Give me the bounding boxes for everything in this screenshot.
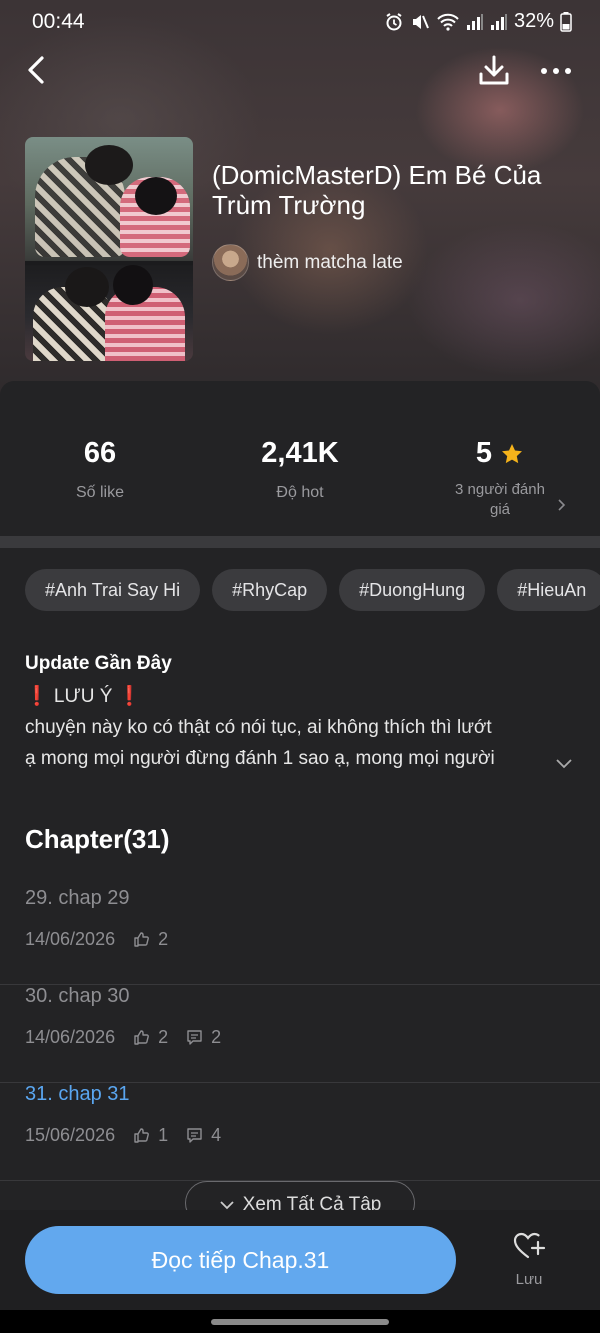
battery-icon	[560, 11, 572, 32]
likes-value: 66	[83, 437, 117, 469]
likes-label: Số like	[75, 484, 125, 501]
heart-plus-icon	[513, 1232, 546, 1259]
hot-value: 2,41K	[261, 437, 339, 469]
bottom-action-bar: Đọc tiếp Chap.31 Lưu	[0, 1210, 600, 1310]
back-arrow-icon[interactable]	[20, 52, 56, 88]
save-label: Lưu	[515, 1271, 543, 1288]
chevron-right-icon[interactable]	[555, 498, 567, 512]
chapter-name: 30. chap 30	[25, 985, 130, 1007]
star-icon	[502, 443, 523, 463]
author-link[interactable]: thèm matcha late	[212, 244, 403, 281]
mute-icon	[412, 14, 429, 29]
chapter-date: 14/06/2026	[25, 1027, 116, 1047]
chapter-likes: 1	[158, 1125, 169, 1145]
comment-icon	[187, 1128, 202, 1143]
avatar	[212, 244, 249, 281]
rating-value: 5	[475, 437, 493, 469]
hot-label: Độ hot	[276, 484, 324, 501]
tag-chip[interactable]: #RhyCap	[212, 569, 328, 611]
status-bar: 00:44 32%	[0, 0, 600, 44]
signal-icon-2	[490, 13, 507, 30]
battery-percent: 32%	[513, 10, 554, 32]
chapter-likes: 2	[158, 1027, 169, 1047]
chapter-name: 29. chap 29	[25, 887, 130, 909]
chapter-date: 15/06/2026	[25, 1125, 116, 1145]
update-text-line: ạ mong mọi người đừng đánh 1 sao ạ, mong…	[25, 748, 495, 769]
wifi-icon	[437, 13, 459, 31]
thumb-up-icon	[134, 1030, 150, 1045]
home-indicator[interactable]	[211, 1319, 389, 1325]
stat-rating[interactable]: 5 3 người đánh giá	[400, 437, 600, 520]
recent-update[interactable]: Update Gần Đây ❗ LƯU Ý ❗ chuyện này ko c…	[25, 653, 580, 774]
tag-chip[interactable]: #HieuAn	[497, 569, 600, 611]
story-detail-sheet: 66 Số like 2,41K Độ hot 5 3 người đánh g…	[0, 381, 600, 1281]
chapter-comments: 4	[211, 1125, 222, 1145]
chapter-comments: 2	[211, 1027, 222, 1047]
chapter-likes: 2	[158, 929, 169, 949]
rating-label: 3 người đánh giá	[455, 481, 545, 518]
section-divider	[0, 536, 600, 548]
story-title: (DomicMasterD) Em Bé Của Trùm Trường	[212, 160, 542, 220]
tag-chip[interactable]: #Anh Trai Say Hi	[25, 569, 201, 611]
alarm-icon	[386, 12, 402, 30]
system-nav-bar	[0, 1310, 600, 1333]
status-time: 00:44	[32, 10, 85, 33]
update-text-line: ❗ LƯU Ý ❗	[25, 686, 142, 707]
stats-row: 66 Số like 2,41K Độ hot 5 3 người đánh g…	[0, 381, 600, 536]
update-title: Update Gần Đây	[25, 653, 172, 674]
comment-icon	[187, 1030, 202, 1045]
tag-chip[interactable]: #DuongHung	[339, 569, 486, 611]
continue-reading-button[interactable]: Đọc tiếp Chap.31	[25, 1226, 456, 1294]
save-button[interactable]: Lưu	[505, 1230, 553, 1288]
thumb-up-icon	[134, 1128, 150, 1143]
chapter-row[interactable]: 30. chap 30 14/06/2026 2 2	[0, 985, 600, 1083]
download-icon[interactable]	[475, 52, 513, 90]
more-dots-icon[interactable]	[536, 52, 576, 90]
update-text-line: chuyện này ko có thật có nói tục, ai khô…	[25, 717, 492, 738]
chapter-row[interactable]: 29. chap 29 14/06/2026 2	[0, 887, 600, 985]
chapters-heading: Chapter(31)	[25, 824, 170, 854]
stat-likes: 66 Số like	[0, 437, 200, 502]
chapter-date: 14/06/2026	[25, 929, 116, 949]
tag-list: #Anh Trai Say Hi #RhyCap #DuongHung #Hie…	[25, 569, 600, 611]
author-name: thèm matcha late	[257, 251, 403, 273]
chevron-down-icon[interactable]	[555, 757, 573, 769]
signal-icon	[466, 13, 483, 30]
thumb-up-icon	[134, 932, 150, 947]
story-cover-image[interactable]	[25, 137, 193, 361]
chapter-name: 31. chap 31	[25, 1083, 130, 1105]
status-icons: 32%	[384, 10, 572, 33]
chapter-row[interactable]: 31. chap 31 15/06/2026 1 4	[0, 1083, 600, 1181]
stat-hot: 2,41K Độ hot	[200, 437, 400, 502]
